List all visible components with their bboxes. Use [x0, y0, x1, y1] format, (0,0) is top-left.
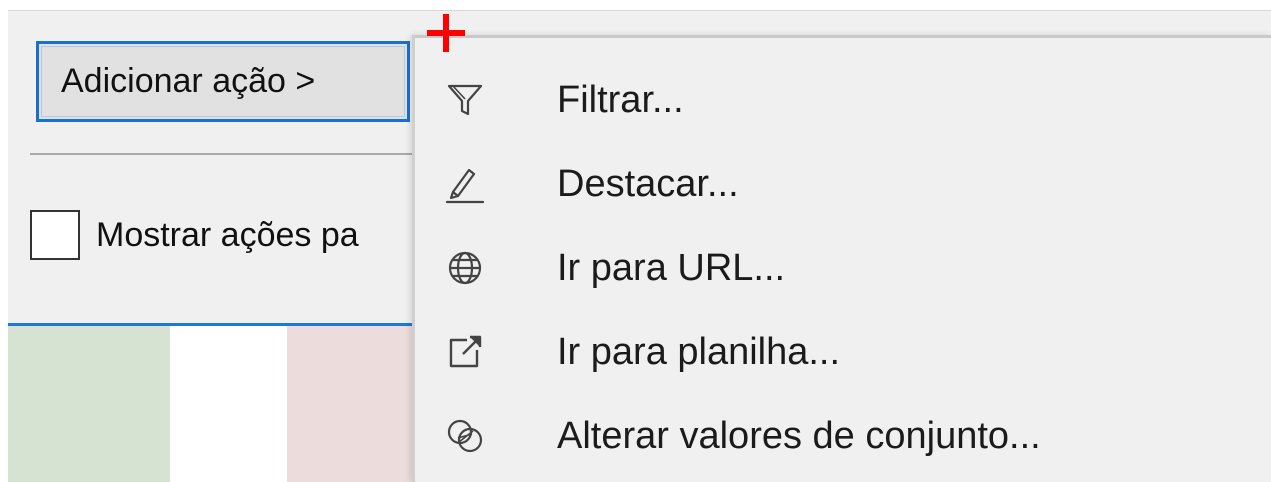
- highlighter-icon: [443, 162, 487, 206]
- show-actions-checkbox-row[interactable]: Mostrar ações pa: [30, 210, 359, 260]
- menu-item-go-to-url-label: Ir para URL...: [557, 246, 786, 289]
- color-swatch-pink: [287, 326, 428, 482]
- add-action-button[interactable]: Adicionar ação >: [36, 41, 410, 122]
- globe-icon: [443, 246, 487, 290]
- add-action-button-label: Adicionar ação >: [61, 62, 316, 100]
- color-swatch-green: [8, 326, 170, 482]
- menu-item-highlight[interactable]: Destacar...: [415, 142, 1271, 226]
- menu-item-change-set-values[interactable]: Alterar valores de conjunto...: [415, 394, 1271, 478]
- external-link-icon: [443, 330, 487, 374]
- set-values-icon: [443, 414, 487, 458]
- menu-item-highlight-label: Destacar...: [557, 162, 739, 205]
- menu-item-go-to-url[interactable]: Ir para URL...: [415, 226, 1271, 310]
- show-actions-checkbox[interactable]: [30, 210, 80, 260]
- add-action-menu: Filtrar... Destacar... Ir para URL... Ir…: [412, 35, 1271, 482]
- menu-item-filter-label: Filtrar...: [557, 78, 684, 121]
- show-actions-checkbox-label: Mostrar ações pa: [96, 215, 359, 254]
- menu-item-change-set-values-label: Alterar valores de conjunto...: [557, 414, 1041, 457]
- menu-item-go-to-sheet[interactable]: Ir para planilha...: [415, 310, 1271, 394]
- color-swatch-white: [170, 326, 287, 482]
- cursor-crosshair-icon: [427, 14, 465, 52]
- menu-item-filter[interactable]: Filtrar...: [415, 58, 1271, 142]
- filter-icon: [443, 78, 487, 122]
- menu-item-go-to-sheet-label: Ir para planilha...: [557, 330, 841, 373]
- divider: [30, 153, 428, 155]
